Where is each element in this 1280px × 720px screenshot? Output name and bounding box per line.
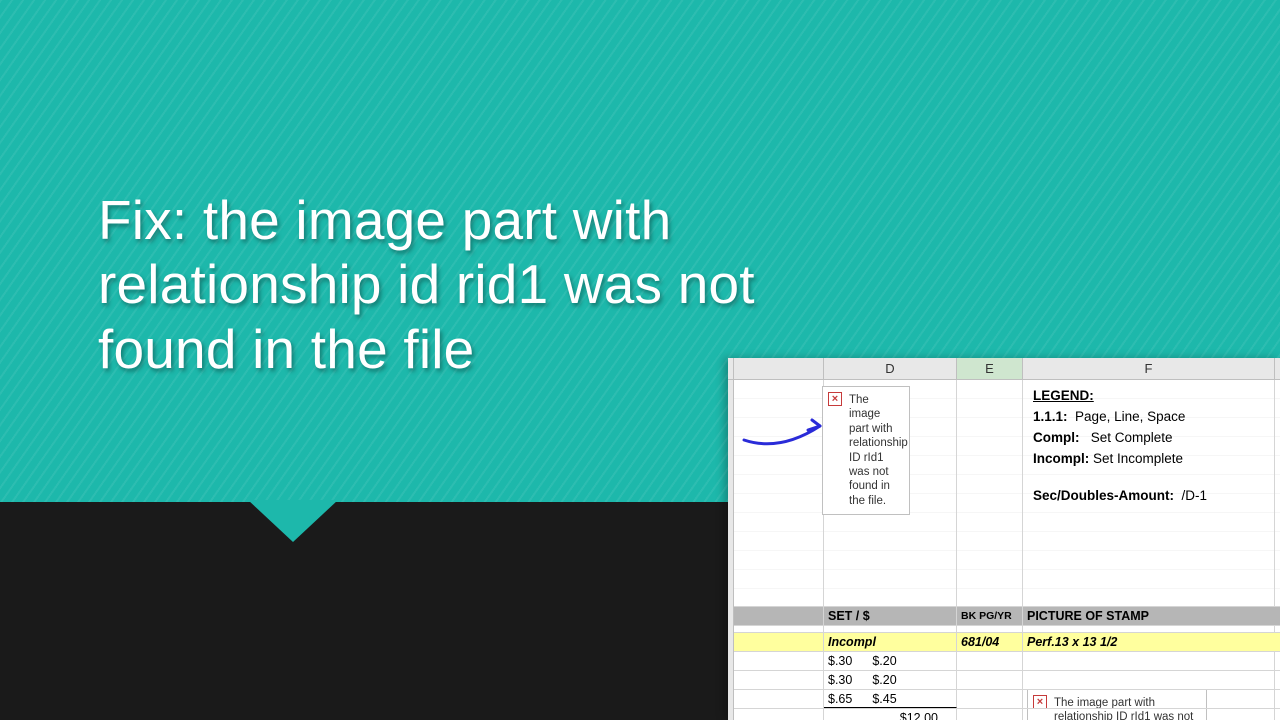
cell: $.45: [872, 692, 896, 706]
legend-sec-label: Sec/Doubles-Amount:: [1033, 488, 1174, 503]
data-row: $.30 $.20: [734, 651, 1280, 670]
col-header-D[interactable]: D: [824, 358, 957, 379]
cell: $.20: [872, 654, 896, 668]
yel-incompl: Incompl: [824, 633, 957, 651]
cell: $.65: [828, 692, 852, 706]
legend-compl-label: Compl:: [1033, 430, 1080, 445]
legend-sec-value: /D-1: [1182, 488, 1208, 503]
spacer-row: [734, 625, 1280, 632]
chevron-pointer: [248, 500, 338, 542]
hdr-set: SET / $: [824, 607, 957, 625]
spreadsheet-inset: D E F × The image part with relationship…: [728, 358, 1280, 720]
legend-block: LEGEND: 1.1.1: Page, Line, Space Compl: …: [1023, 380, 1274, 511]
col-header-F[interactable]: F: [1023, 358, 1275, 379]
slide-headline: Fix: the image part with relationship id…: [98, 188, 818, 381]
col-header-blank: [734, 358, 824, 379]
hdr-bkpgyr: BK PG/YR: [957, 607, 1023, 625]
highlight-row: Incompl 681/04 Perf.13 x 13 1/2: [734, 632, 1280, 651]
hdr-picture: PICTURE OF STAMP: [1023, 607, 1275, 625]
table-header-row: SET / $ BK PG/YR PICTURE OF STAMP: [734, 606, 1280, 625]
cell: $.20: [872, 673, 896, 687]
legend-incompl-value: Set Incomplete: [1093, 451, 1183, 466]
legend-compl-value: Set Complete: [1091, 430, 1173, 445]
broken-image-callout: × The image part with relationship ID rI…: [822, 386, 910, 515]
cell: $.30: [828, 673, 852, 687]
legend-title: LEGEND:: [1033, 388, 1094, 403]
cell: $.30: [828, 654, 852, 668]
total-cell: $12.00: [900, 711, 938, 720]
data-row: $.30 $.20: [734, 670, 1280, 689]
broken-image-text: The image part with relationship ID rId1…: [849, 394, 908, 507]
legend-111-label: 1.1.1:: [1033, 409, 1068, 424]
legend-111-value: Page, Line, Space: [1075, 409, 1185, 424]
col-header-E[interactable]: E: [957, 358, 1023, 379]
yel-perf: Perf.13 x 13 1/2: [1023, 633, 1275, 651]
column-header-row: D E F: [728, 358, 1280, 380]
table-rows: SET / $ BK PG/YR PICTURE OF STAMP Incomp…: [734, 606, 1280, 720]
legend-incompl-label: Incompl:: [1033, 451, 1089, 466]
broken-image-icon: ×: [828, 392, 842, 406]
total-row: $12.00: [734, 708, 1280, 720]
yel-bkpg: 681/04: [957, 633, 1023, 651]
data-row: $.65 $.45: [734, 689, 1280, 708]
